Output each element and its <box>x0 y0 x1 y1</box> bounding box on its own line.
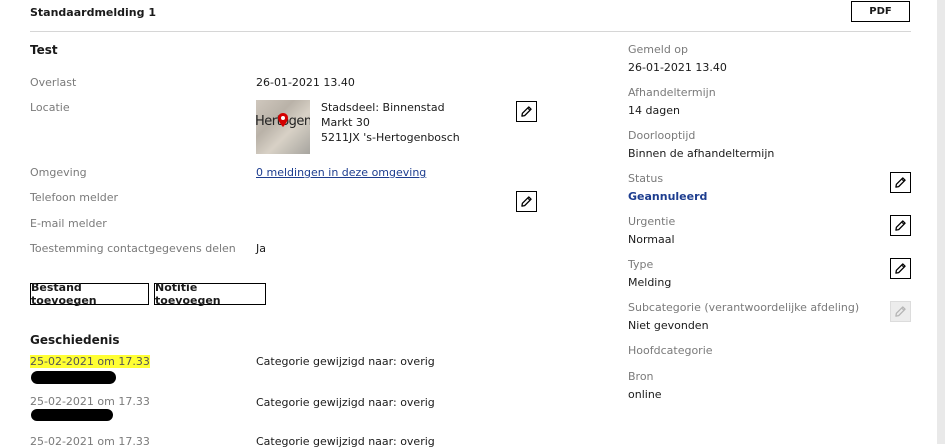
type-label: Type <box>628 258 654 271</box>
bron-label: Bron <box>628 370 654 383</box>
edit-urgentie-button[interactable] <box>890 215 911 236</box>
history-date: 25-02-2021 om 17.33 <box>30 395 150 408</box>
status-value: Geannuleerd <box>628 190 708 203</box>
doorlooptijd-value: Binnen de afhandeltermijn <box>628 147 775 160</box>
history-text: Categorie gewijzigd naar: overig <box>256 435 435 448</box>
edit-type-button[interactable] <box>890 258 911 279</box>
page-title: Standaardmelding 1 <box>30 6 156 19</box>
urgentie-value: Normaal <box>628 233 675 246</box>
location-map-thumbnail[interactable]: Hertogenbosch <box>256 100 310 154</box>
doorlooptijd-label: Doorlooptijd <box>628 129 696 142</box>
history-text: Categorie gewijzigd naar: overig <box>256 396 435 409</box>
toestemming-label: Toestemming contactgegevens delen <box>30 242 236 255</box>
pencil-icon <box>521 106 532 117</box>
omgeving-link[interactable]: 0 meldingen in deze omgeving <box>256 166 426 179</box>
map-pin-icon <box>278 113 288 127</box>
overlast-value: 26-01-2021 13.40 <box>256 76 355 89</box>
history-date: 25-02-2021 om 17.33 <box>30 435 150 448</box>
edit-subcategorie-button[interactable] <box>890 301 911 322</box>
pencil-icon <box>895 263 906 274</box>
notitie-toevoegen-button[interactable]: Notitie toevoegen <box>154 281 266 307</box>
pdf-button[interactable]: PDF <box>851 1 910 22</box>
bestand-toevoegen-button[interactable]: Bestand toevoegen <box>30 281 149 307</box>
edit-status-button[interactable] <box>890 172 911 193</box>
pencil-icon <box>895 177 906 188</box>
bron-value: online <box>628 388 662 401</box>
gemeld-op-value: 26-01-2021 13.40 <box>628 61 727 74</box>
history-text: Categorie gewijzigd naar: overig <box>256 355 435 368</box>
pencil-icon <box>895 306 906 317</box>
header-divider <box>30 31 911 32</box>
telefoon-label: Telefoon melder <box>30 191 119 204</box>
redacted-author <box>31 371 116 384</box>
pencil-icon <box>521 196 532 207</box>
afhandeltermijn-label: Afhandeltermijn <box>628 86 716 99</box>
history-title: Geschiedenis <box>30 333 120 347</box>
urgentie-label: Urgentie <box>628 215 676 228</box>
redacted-author <box>31 409 113 421</box>
subcategorie-value: Niet gevonden <box>628 319 709 332</box>
hoofdcategorie-label: Hoofdcategorie <box>628 344 713 357</box>
type-value: Melding <box>628 276 672 289</box>
locatie-adres: Markt 30 <box>321 116 370 129</box>
locatie-postcode: 5211JX 's-Hertogenbosch <box>321 131 460 144</box>
afhandeltermijn-value: 14 dagen <box>628 104 680 117</box>
locatie-label: Locatie <box>30 101 70 114</box>
overlast-label: Overlast <box>30 76 77 89</box>
locatie-stadsdeel: Stadsdeel: Binnenstad <box>321 101 445 114</box>
history-date: 25-02-2021 om 17.33 <box>30 355 150 368</box>
email-label: E-mail melder <box>30 217 107 230</box>
edit-contact-button[interactable] <box>516 191 537 212</box>
toestemming-value: Ja <box>256 242 266 255</box>
gemeld-op-label: Gemeld op <box>628 43 689 56</box>
page-scrollbar[interactable] <box>937 0 945 444</box>
status-label: Status <box>628 172 664 185</box>
edit-locatie-button[interactable] <box>516 101 537 122</box>
pencil-icon <box>895 220 906 231</box>
subcategorie-label: Subcategorie (verantwoordelijke afdeling… <box>628 301 860 314</box>
melding-title: Test <box>30 43 58 57</box>
omgeving-label: Omgeving <box>30 166 87 179</box>
